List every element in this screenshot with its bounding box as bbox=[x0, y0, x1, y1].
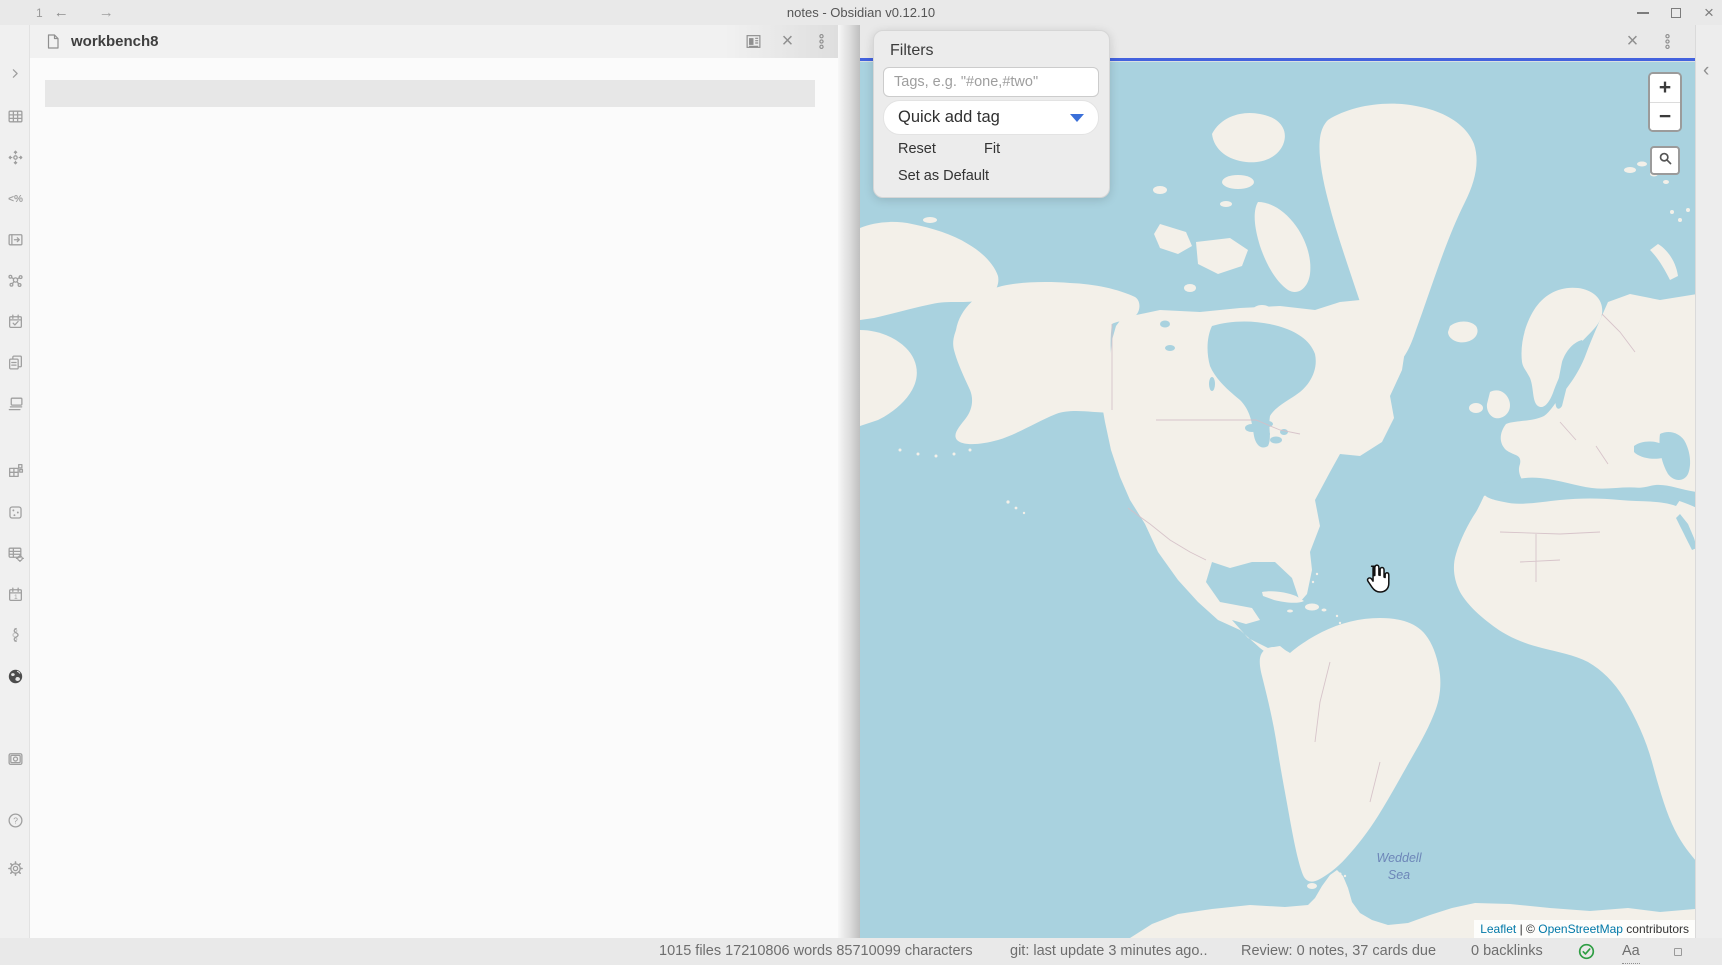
graph-view-icon[interactable] bbox=[6, 272, 24, 290]
random-dice-icon[interactable] bbox=[6, 504, 24, 522]
fit-button[interactable]: Fit bbox=[984, 141, 1000, 157]
text-size-toggle[interactable]: Aa bbox=[1622, 940, 1640, 964]
map-pane: × bbox=[860, 25, 1695, 938]
tab-title: workbench8 bbox=[71, 33, 159, 50]
table-icon[interactable] bbox=[6, 108, 24, 126]
map-attribution: Leaflet | © OpenStreetMap contributors bbox=[1474, 920, 1695, 938]
sea-label-weddell: Weddell Sea bbox=[1368, 850, 1430, 884]
workbench-blocks-icon[interactable] bbox=[6, 462, 24, 480]
osm-link[interactable]: OpenStreetMap bbox=[1538, 922, 1623, 936]
leaflet-link[interactable]: Leaflet bbox=[1480, 922, 1516, 936]
file-icon bbox=[43, 32, 62, 51]
git-status: git: last update 3 minutes ago.. bbox=[1010, 938, 1208, 965]
map-pane-actions: × bbox=[1623, 25, 1677, 58]
search-icon bbox=[1658, 151, 1673, 171]
editor-pane-header: workbench8 × bbox=[30, 25, 838, 58]
window-title: notes - Obsidian v0.12.10 bbox=[0, 0, 1722, 25]
calendar-check-icon[interactable] bbox=[6, 313, 24, 331]
file-stats: 1015 files 17210806 words 85710099 chara… bbox=[659, 938, 973, 965]
maximize-button[interactable] bbox=[1669, 6, 1683, 20]
zipper-icon[interactable] bbox=[6, 627, 24, 645]
expand-sidebar-right-icon[interactable] bbox=[6, 65, 24, 83]
editor-area[interactable] bbox=[30, 58, 838, 938]
slides-icon[interactable] bbox=[6, 231, 24, 249]
reset-button[interactable]: Reset bbox=[898, 141, 936, 157]
filters-title: Filters bbox=[890, 42, 934, 60]
move-canvas-icon[interactable] bbox=[6, 149, 24, 167]
editor-pane-actions: × bbox=[744, 25, 835, 58]
map-search-button[interactable] bbox=[1650, 146, 1680, 175]
obsidian-window: 1 ← → notes - Obsidian v0.12.10 × <% 1? w… bbox=[0, 0, 1722, 965]
tab-workbench8[interactable]: workbench8 bbox=[30, 32, 159, 51]
card-stack-icon[interactable] bbox=[6, 395, 24, 413]
ribbon: <% 1? bbox=[0, 25, 30, 938]
chevron-down-icon bbox=[1070, 114, 1084, 122]
quick-add-tag-dropdown[interactable]: Quick add tag bbox=[883, 100, 1099, 135]
zoom-in-button[interactable]: + bbox=[1650, 74, 1680, 102]
close-pane-icon[interactable]: × bbox=[778, 32, 797, 51]
window-controls: × bbox=[1636, 0, 1716, 25]
collapse-left-icon[interactable]: ‹ bbox=[1703, 61, 1709, 81]
quick-add-tag-label: Quick add tag bbox=[898, 108, 1000, 127]
reading-view-icon[interactable] bbox=[744, 32, 763, 51]
close-map-pane-icon[interactable]: × bbox=[1623, 32, 1642, 51]
tags-filter-input[interactable] bbox=[883, 67, 1099, 97]
screen-recorder-icon[interactable] bbox=[6, 750, 24, 768]
status-square-icon[interactable] bbox=[1674, 948, 1682, 956]
right-sidebar-strip[interactable]: ‹ bbox=[1695, 25, 1722, 938]
map-zoom-control: + − bbox=[1648, 72, 1682, 132]
pane-splitter[interactable] bbox=[838, 25, 860, 938]
svg-text:?: ? bbox=[13, 815, 18, 825]
database-table-icon[interactable] bbox=[6, 545, 24, 563]
filters-panel: Filters Quick add tag Reset Fit Set as D… bbox=[873, 30, 1110, 198]
help-icon[interactable]: ? bbox=[6, 812, 24, 830]
map-more-options-icon[interactable] bbox=[1658, 32, 1677, 51]
settings-icon[interactable] bbox=[6, 860, 24, 878]
editor-pane: workbench8 × bbox=[30, 25, 838, 938]
set-as-default-button[interactable]: Set as Default bbox=[898, 168, 989, 184]
svg-text:<%: <% bbox=[8, 194, 23, 205]
svg-text:1: 1 bbox=[14, 594, 18, 601]
titlebar: 1 ← → notes - Obsidian v0.12.10 × bbox=[0, 0, 1722, 25]
minimize-button[interactable] bbox=[1636, 6, 1650, 20]
backlinks-count[interactable]: 0 backlinks bbox=[1471, 938, 1543, 965]
map-globe-icon[interactable] bbox=[6, 668, 24, 686]
daily-note-icon[interactable]: 1 bbox=[6, 586, 24, 604]
more-options-icon[interactable] bbox=[812, 32, 831, 51]
close-window-button[interactable]: × bbox=[1702, 6, 1716, 20]
templater-percent-icon[interactable]: <% bbox=[6, 190, 24, 208]
review-status[interactable]: Review: 0 notes, 37 cards due bbox=[1241, 938, 1436, 965]
zoom-out-button[interactable]: − bbox=[1650, 102, 1680, 130]
statusbar: 1015 files 17210806 words 85710099 chara… bbox=[0, 938, 1722, 965]
active-line-highlight bbox=[45, 80, 815, 107]
duplicate-note-icon[interactable] bbox=[6, 354, 24, 372]
sync-check-icon[interactable] bbox=[1578, 943, 1595, 965]
